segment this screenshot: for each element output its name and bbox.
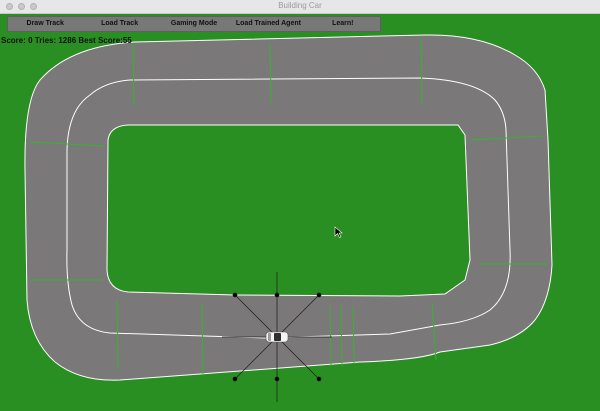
sensor-hit-point [274, 376, 280, 382]
sensor-hit-point [232, 376, 238, 382]
sensor-hit-point [316, 376, 322, 382]
sensor-hit-point [316, 292, 322, 298]
car-icon[interactable] [265, 331, 289, 343]
game-canvas[interactable] [0, 0, 600, 411]
score-status: Score: 0 Tries: 1286 Best Score:55 [1, 36, 132, 45]
sensor-hit-point [274, 292, 280, 298]
mouse-cursor-icon [334, 226, 343, 238]
sensor-hit-point [232, 292, 238, 298]
track-inner-edge [106, 124, 471, 297]
